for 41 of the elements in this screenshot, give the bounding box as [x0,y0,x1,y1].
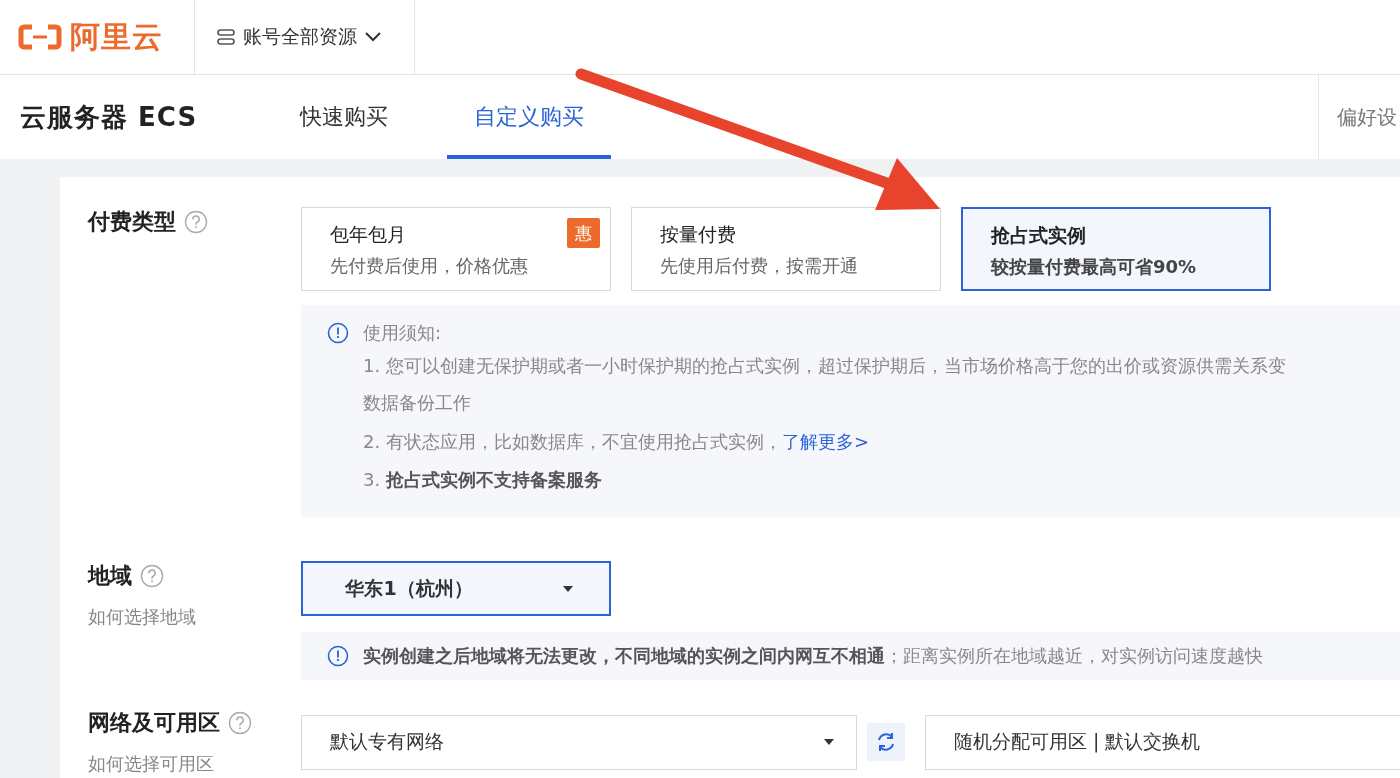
field-label: 付费类型 [88,208,176,236]
option-subtitle: 较按量付费最高可省90% [991,255,1198,279]
chevron-down-icon [365,32,381,42]
help-icon[interactable] [184,210,208,234]
option-subtitle: 先付费后使用，价格优惠 [330,254,529,278]
field-label: 地域 [88,562,132,590]
region-select[interactable]: 华东1（杭州） [301,561,611,616]
stack-icon [217,28,235,46]
refresh-icon [875,731,897,753]
notice-text: 实例创建之后地域将无法更改，不同地域的实例之间内网互不相通；距离实例所在地域越近，对实例访问速度越快 [363,644,1263,668]
discount-badge: 惠 [567,218,600,248]
notice-text: 3. 抢占式实例不支持备案服务 [363,468,603,492]
help-icon[interactable] [140,564,164,588]
info-icon [327,322,349,344]
help-link[interactable]: 如何选择可用区 [88,752,301,776]
option-subtitle: 先使用后付费，按需开通 [660,254,859,278]
logo-icon [18,24,62,50]
help-icon[interactable] [228,711,252,735]
page-title: 云服务器 ECS [19,100,199,134]
notice-text: 1. 您可以创建无保护期或者一小时保护期的抢占式实例，超过保护期后，当市场价格高于您的出价或资源供需关系变 [363,354,1286,378]
refresh-button[interactable] [867,723,905,761]
billing-option[interactable]: 抢占式实例 较按量付费最高可省90% [961,207,1271,291]
vpc-select[interactable]: 默认专有网络 [301,714,857,770]
tab[interactable]: 自定义购买 [447,75,611,159]
caret-icon [824,739,834,745]
billing-option[interactable]: 包年包月 先付费后使用，价格优惠 惠 [301,207,611,291]
zone-select[interactable]: 随机分配可用区 | 默认交换机 [925,714,1400,770]
option-title: 按量付费 [660,222,737,247]
notice-text: 数据备份工作 [363,391,472,415]
caret-icon [562,585,573,592]
notice-heading: 使用须知: [363,321,443,345]
logo-text: 阿里云 [70,17,163,56]
learn-more-link[interactable]: 了解更多> [781,431,869,452]
notice-text: 2. 有状态应用，比如数据库，不宜使用抢占式实例，了解更多> [363,430,870,454]
help-link[interactable]: 如何选择地域 [88,605,301,629]
info-icon [327,645,349,667]
billing-option[interactable]: 按量付费 先使用后付费，按需开通 [631,207,941,291]
option-title: 抢占式实例 [991,223,1087,248]
tab[interactable]: 快速购买 [297,75,391,159]
field-label: 网络及可用区 [88,709,220,737]
option-title: 包年包月 [330,222,407,247]
